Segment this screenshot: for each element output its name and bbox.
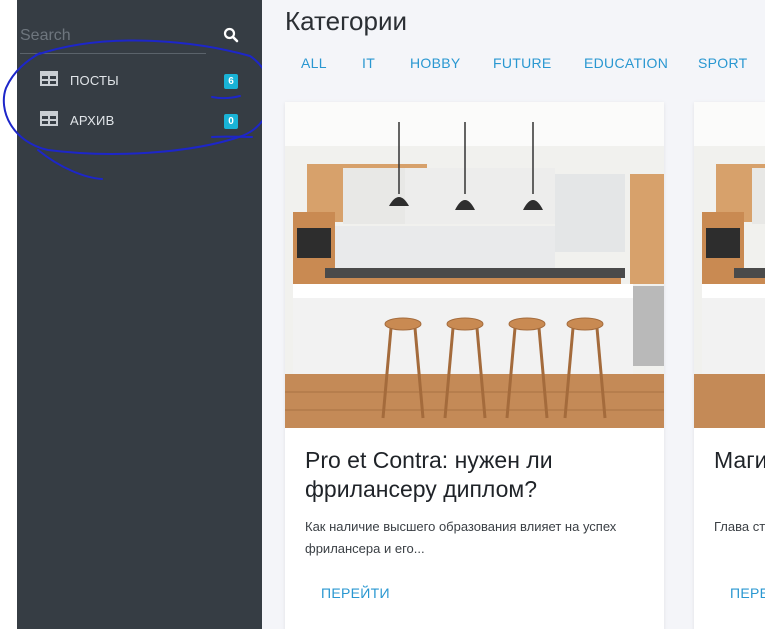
page-title: Категории <box>285 6 407 36</box>
tab-future[interactable]: FUTURE <box>493 55 552 71</box>
tab-education[interactable]: EDUCATION <box>584 55 668 71</box>
table-icon <box>40 111 58 126</box>
tab-all[interactable]: ALL <box>301 55 327 71</box>
search-bar <box>20 20 206 54</box>
search-input[interactable] <box>20 24 200 48</box>
tab-sport[interactable]: SPORT <box>698 55 747 71</box>
search-icon[interactable] <box>223 27 239 43</box>
kitchen-photo <box>694 102 765 428</box>
table-icon <box>40 71 58 86</box>
read-more-link[interactable]: ПЕРЕЙТИ <box>321 585 390 601</box>
post-title[interactable]: Pro et Contra: нужен ли фрилансеру дипло… <box>305 446 635 504</box>
count-badge: 0 <box>224 114 238 129</box>
kitchen-photo <box>285 102 664 428</box>
sidebar-item-label: АРХИВ <box>70 113 115 128</box>
sidebar-item-label: ПОСТЫ <box>70 73 119 88</box>
post-excerpt: Глава ст… объясня… <box>714 519 765 534</box>
post-title[interactable]: Маги… Сэм… треб… <box>714 446 765 475</box>
post-card: Pro et Contra: нужен ли фрилансеру дипло… <box>285 102 664 629</box>
sidebar: ПОСТЫ 6 АРХИВ 0 <box>17 0 262 629</box>
count-badge: 6 <box>224 74 238 89</box>
main-content: Категории ALL IT HOBBY FUTURE EDUCATION … <box>262 0 765 629</box>
post-excerpt: Как наличие высшего образования влияет н… <box>305 519 617 556</box>
sidebar-item-archive[interactable]: АРХИВ 0 <box>17 103 262 137</box>
post-card: Маги… Сэм… треб… Глава ст… объясня… ПЕРЕ… <box>694 102 765 629</box>
sidebar-item-posts[interactable]: ПОСТЫ 6 <box>17 63 262 97</box>
tab-hobby[interactable]: HOBBY <box>410 55 461 71</box>
tab-it[interactable]: IT <box>362 55 375 71</box>
read-more-link[interactable]: ПЕРЕ… <box>730 585 765 601</box>
